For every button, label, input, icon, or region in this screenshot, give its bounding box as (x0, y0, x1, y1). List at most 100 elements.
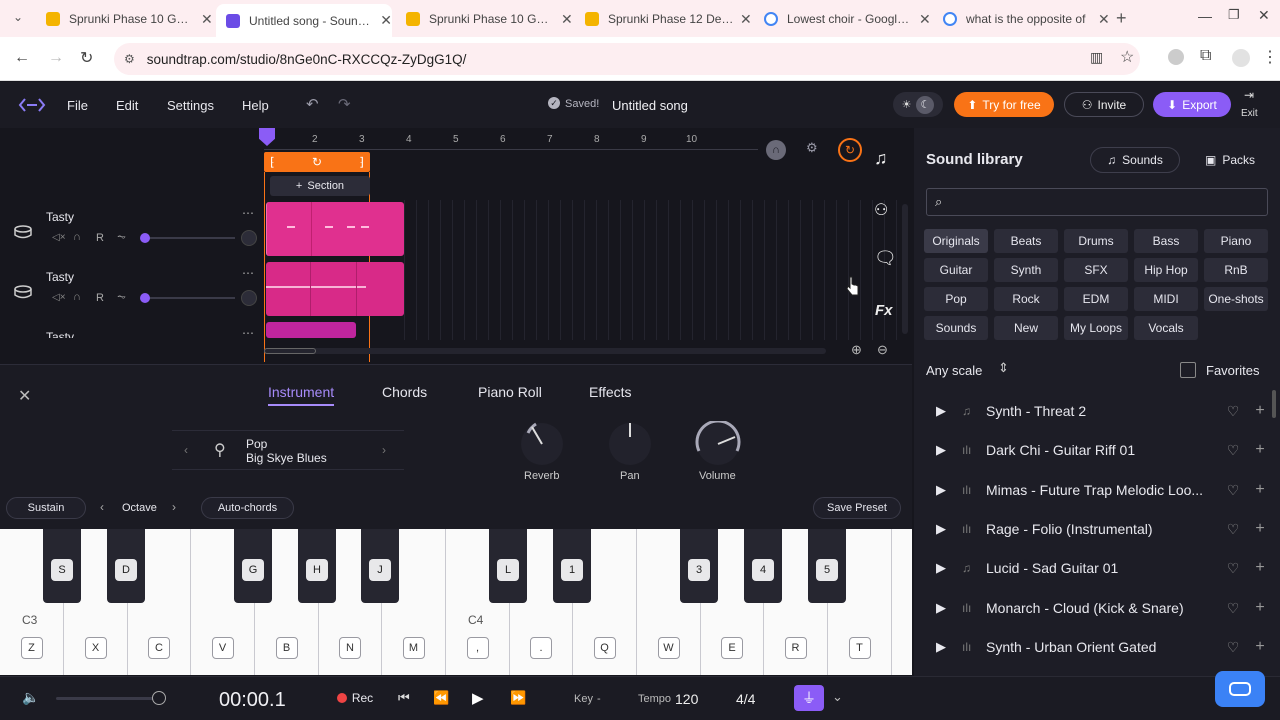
piano-key-black[interactable]: 5 (808, 529, 846, 603)
volume-slider-thumb[interactable] (140, 233, 150, 243)
auto-chords-button[interactable]: Auto-chords (201, 497, 294, 519)
category-beats[interactable]: Beats (994, 229, 1058, 253)
rewind-icon[interactable]: ⏪ (433, 690, 449, 706)
fast-forward-icon[interactable]: ⏩ (510, 690, 526, 706)
volume-slider-thumb[interactable] (140, 293, 150, 303)
add-section-button[interactable]: + Section (270, 176, 370, 196)
address-bar[interactable]: ⚙ soundtrap.com/studio/8nGe0nC-RXCCQz-Zy… (114, 43, 1140, 75)
scale-select[interactable]: Any scale (926, 363, 982, 378)
theme-toggle[interactable]: ☀ ☾ (893, 92, 943, 117)
volume-slider[interactable] (145, 237, 235, 239)
tab-effects[interactable]: Effects (589, 384, 632, 400)
close-icon[interactable]: ✕ (1098, 11, 1110, 28)
audio-clip[interactable] (266, 262, 404, 316)
close-icon[interactable]: ✕ (740, 11, 752, 28)
track-header[interactable]: Tasty ⋯ ◁× ∩ R ⏦ (0, 204, 262, 262)
heart-icon[interactable]: ♡ (1218, 639, 1248, 656)
category-hip-hop[interactable]: Hip Hop (1134, 258, 1198, 282)
forward-icon[interactable]: → (48, 49, 64, 67)
play-icon[interactable]: ▶ (922, 600, 962, 616)
browser-tab[interactable]: Sprunki Phase 12 Demo ✕ (575, 6, 752, 32)
reload-icon[interactable]: ↻ (80, 48, 93, 68)
speaker-icon[interactable]: 🔈 (22, 689, 39, 706)
invite-button[interactable]: ⚇ Invite (1064, 92, 1144, 117)
automation-icon[interactable]: ⏦ (117, 231, 126, 244)
play-icon[interactable]: ▶ (922, 442, 962, 458)
add-icon[interactable]: + (1248, 638, 1272, 656)
soundtrap-logo-icon[interactable] (18, 98, 46, 112)
piano-key-black[interactable]: G (234, 529, 272, 603)
category-rock[interactable]: Rock (994, 287, 1058, 311)
close-icon[interactable]: ✕ (380, 12, 392, 29)
tab-chords[interactable]: Chords (382, 384, 427, 400)
pan-knob[interactable] (607, 421, 653, 467)
list-item[interactable]: ▶ ♫ Synth - Threat 2 ♡ + (922, 392, 1272, 430)
loop-start-icon[interactable]: ⁅ (270, 155, 275, 169)
list-item[interactable]: ▶ ılı Mimas - Future Trap Melodic Loo...… (922, 471, 1272, 509)
category-sounds[interactable]: Sounds (924, 316, 988, 340)
list-item[interactable]: ▶ ılı Dark Chi - Guitar Riff 01 ♡ + (922, 431, 1272, 469)
skip-to-start-icon[interactable]: ⏮ (398, 690, 410, 706)
redo-icon[interactable]: ↷ (338, 95, 351, 113)
track-menu-icon[interactable]: ⋯ (242, 206, 254, 220)
list-item[interactable]: ▶ ♫ Lucid - Sad Guitar 01 ♡ + (922, 549, 1272, 587)
scrollbar-thumb[interactable] (264, 348, 316, 354)
piano-key-white[interactable] (892, 529, 912, 675)
add-icon[interactable]: + (1248, 559, 1272, 577)
search-input[interactable]: ⌕ (926, 188, 1268, 216)
track-name[interactable]: Tasty (46, 330, 74, 338)
new-tab-icon[interactable]: + (1116, 8, 1127, 29)
tab-instrument[interactable]: Instrument (268, 384, 335, 406)
zoom-in-icon[interactable]: ⊕ (851, 342, 862, 358)
piano-key-black[interactable]: H (298, 529, 336, 603)
piano-key-black[interactable]: 3 (680, 529, 718, 603)
category-my-loops[interactable]: My Loops (1064, 316, 1128, 340)
play-icon[interactable]: ▶ (922, 560, 962, 576)
menu-help[interactable]: Help (242, 98, 269, 113)
close-icon[interactable]: ✕ (561, 11, 573, 28)
chrome-menu-icon[interactable]: ⋮ (1262, 47, 1278, 67)
headphones-icon[interactable]: ∩ (766, 140, 786, 160)
heart-icon[interactable]: ♡ (1218, 600, 1248, 617)
mute-icon[interactable]: ◁× (52, 232, 66, 243)
restore-icon[interactable]: ❐ (1228, 7, 1240, 23)
sort-arrows-icon[interactable]: ⇕ (998, 360, 1009, 376)
fx-icon[interactable]: Fx (875, 302, 893, 319)
category-vocals[interactable]: Vocals (1134, 316, 1198, 340)
category-drums[interactable]: Drums (1064, 229, 1128, 253)
packs-tab[interactable]: ▣ Packs (1190, 147, 1270, 173)
mute-icon[interactable]: ◁× (52, 292, 66, 303)
master-volume-slider[interactable] (56, 697, 160, 700)
menu-edit[interactable]: Edit (116, 98, 138, 113)
chevron-left-icon[interactable]: ‹ (184, 443, 188, 457)
piano-key-black[interactable]: J (361, 529, 399, 603)
octave-up-icon[interactable]: › (172, 500, 176, 514)
piano-key-black[interactable]: S (43, 529, 81, 603)
record-button[interactable]: Rec (330, 687, 380, 709)
octave-down-icon[interactable]: ‹ (100, 500, 104, 514)
loop-region[interactable]: ⁅ ↻ ⁆ (264, 152, 370, 172)
add-icon[interactable]: + (1248, 481, 1272, 499)
chevron-right-icon[interactable]: › (382, 443, 386, 457)
pan-knob[interactable] (241, 230, 257, 246)
headphones-icon[interactable]: ∩ (73, 291, 81, 303)
category-bass[interactable]: Bass (1134, 229, 1198, 253)
minimize-icon[interactable]: — (1198, 8, 1212, 24)
menu-settings[interactable]: Settings (167, 98, 214, 113)
heart-icon[interactable]: ♡ (1218, 403, 1248, 420)
window-close-icon[interactable]: ✕ (1258, 7, 1270, 24)
exit-label[interactable]: Exit (1241, 108, 1258, 119)
headphones-icon[interactable]: ∩ (73, 231, 81, 243)
zoom-out-icon[interactable]: ⊖ (877, 342, 888, 358)
automation-icon[interactable]: ⏦ (117, 291, 126, 304)
export-button[interactable]: ⬇ Export (1153, 92, 1231, 117)
close-icon[interactable]: ✕ (919, 11, 931, 28)
category-guitar[interactable]: Guitar (924, 258, 988, 282)
chevron-down-icon[interactable]: ⌄ (832, 689, 843, 705)
category-midi[interactable]: MIDI (1134, 287, 1198, 311)
heart-icon[interactable]: ♡ (1218, 521, 1248, 538)
vertical-scrollbar[interactable] (902, 204, 908, 334)
timeline-ruler[interactable]: 2 3 4 5 6 7 8 9 10 (264, 132, 758, 150)
play-icon[interactable]: ▶ (472, 689, 484, 707)
profile-extension-icon[interactable] (1168, 49, 1184, 65)
